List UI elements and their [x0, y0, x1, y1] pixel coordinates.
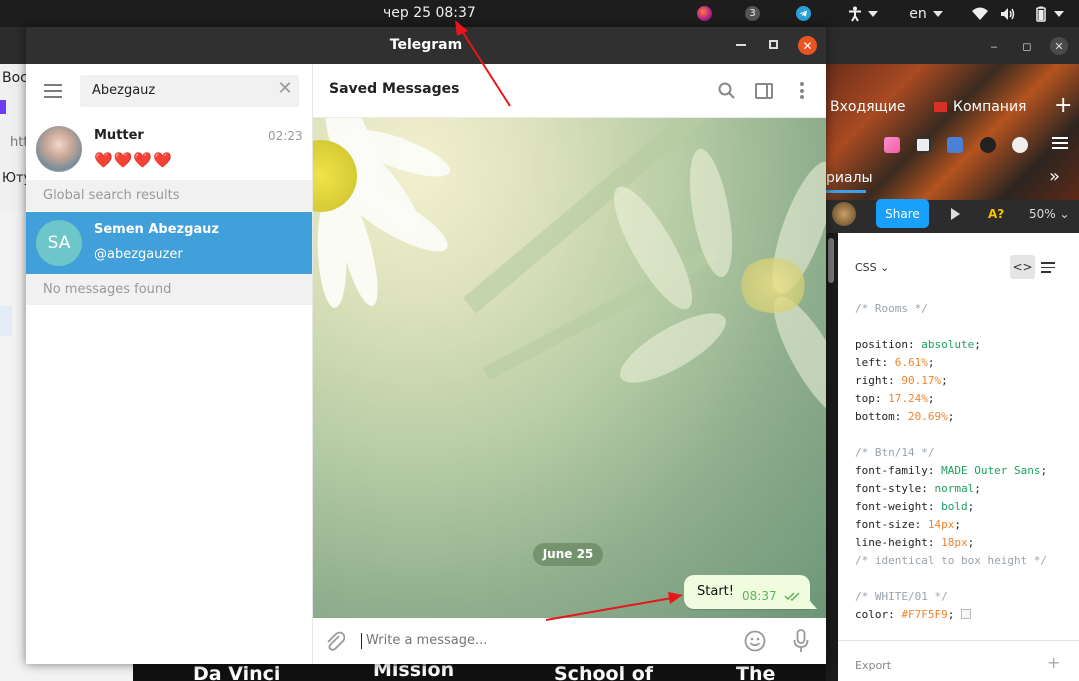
zoom-select[interactable]: 50% ⌄ — [1029, 207, 1070, 221]
video-title[interactable]: The — [736, 663, 775, 681]
background-video-strip: Da Vinci Mission School of The — [133, 663, 826, 681]
css-code-block: /* Rooms */ position: absolute; left: 6.… — [855, 302, 1048, 621]
telegram-titlebar: Telegram ✕ — [26, 27, 826, 64]
chat-time: 02:23 — [268, 129, 303, 143]
chat-list-panel: ✕ Mutter 02:23 ❤️❤️❤️❤️ Global search re… — [26, 64, 313, 664]
avatar — [36, 126, 82, 172]
minimize-icon[interactable]: ‒ — [985, 37, 1003, 55]
divider — [838, 640, 1079, 641]
emoji-icon[interactable] — [744, 630, 766, 652]
global-search-header: Global search results — [26, 180, 312, 211]
result-name: Semen Abezgauz — [94, 222, 219, 237]
double-check-icon — [784, 590, 804, 602]
extension-icon[interactable] — [980, 137, 996, 153]
date-separator: June 25 — [533, 543, 603, 566]
add-export-icon[interactable]: + — [1047, 653, 1060, 672]
more-bookmarks-icon[interactable]: » — [1049, 166, 1060, 187]
translate-icon[interactable] — [947, 137, 963, 153]
chat-wallpaper: June 25 Start! 08:37 — [313, 118, 826, 618]
close-icon[interactable]: ✕ — [1050, 37, 1068, 55]
chat-name: Mutter — [94, 128, 144, 143]
bubble-tail — [809, 600, 817, 609]
message-composer — [313, 618, 826, 664]
chevron-down-icon — [932, 10, 943, 17]
peer-name[interactable]: Saved Messages — [329, 81, 459, 97]
chat-header: Saved Messages — [313, 64, 826, 118]
extension-icon[interactable] — [1012, 137, 1028, 153]
menu-icon[interactable] — [1052, 137, 1068, 149]
new-tab-icon[interactable]: + — [1054, 93, 1072, 118]
tab-company[interactable]: Компания — [934, 99, 1026, 115]
accessibility-icon[interactable] — [846, 5, 880, 22]
result-username: @abezgauzer — [94, 247, 183, 262]
extension-icon[interactable] — [0, 100, 6, 114]
video-title[interactable]: School of — [554, 663, 653, 681]
gmail-icon — [934, 102, 947, 112]
color-swatch[interactable] — [960, 609, 971, 619]
export-section-title: Export — [855, 659, 892, 672]
active-indicator — [826, 190, 866, 193]
message-input[interactable] — [361, 633, 731, 649]
message-time: 08:37 — [742, 589, 777, 603]
chat-panel: Saved Messages June 25 Start! 08:37 Writ… — [313, 64, 826, 664]
bookmark-label[interactable]: риалы — [826, 170, 873, 186]
message-text: Start! — [697, 584, 734, 599]
no-messages-label: No messages found — [26, 274, 312, 305]
search-input[interactable] — [80, 75, 299, 107]
battery-icon[interactable] — [1028, 5, 1070, 22]
code-language-select[interactable]: CSS ⌄ — [855, 261, 889, 274]
sidebar-toggle-icon[interactable] — [755, 83, 773, 99]
chat-preview: ❤️❤️❤️❤️ — [94, 151, 173, 169]
extension-icon[interactable] — [884, 137, 900, 153]
close-icon[interactable]: ✕ — [798, 36, 817, 55]
language-indicator[interactable]: en — [908, 5, 944, 22]
bookmark-label[interactable]: Вос — [2, 70, 28, 86]
avatar: SA — [36, 220, 82, 266]
telegram-window: Telegram ✕ ✕ Mutter 02:23 ❤️❤️❤️❤️ Globa… — [26, 27, 826, 664]
telegram-tray-icon[interactable] — [796, 5, 811, 22]
clock[interactable]: чер 25 08:37 — [383, 5, 476, 21]
chat-item-mutter[interactable]: Mutter 02:23 ❤️❤️❤️❤️ — [26, 118, 312, 180]
more-options-icon[interactable] — [800, 82, 804, 99]
message-bubble[interactable]: Start! 08:37 — [684, 575, 810, 609]
scrollbar[interactable] — [828, 238, 834, 283]
volume-icon[interactable] — [1000, 5, 1016, 22]
code-view-button[interactable]: <> — [1010, 255, 1035, 279]
maximize-icon[interactable] — [769, 40, 778, 49]
clear-search-icon[interactable]: ✕ — [276, 80, 294, 98]
search-result-semen[interactable]: SA Semen Abezgauz @abezgauzer — [26, 212, 312, 274]
chevron-down-icon — [1054, 10, 1064, 17]
chevron-down-icon — [868, 10, 878, 17]
wifi-icon[interactable] — [972, 5, 988, 22]
avatar[interactable] — [832, 202, 856, 226]
search-icon[interactable] — [718, 82, 735, 99]
minimize-icon[interactable] — [736, 44, 746, 46]
font-check-button[interactable]: A? — [988, 207, 1004, 221]
flower-center — [738, 258, 808, 313]
play-icon[interactable] — [951, 208, 960, 220]
paperclip-icon[interactable] — [325, 630, 346, 652]
notification-app-icon[interactable] — [697, 5, 712, 22]
tab-inbox[interactable]: Входящие — [830, 99, 905, 115]
window-title: Telegram — [389, 37, 463, 53]
share-button[interactable]: Share — [876, 199, 929, 228]
video-title[interactable]: Mission — [373, 663, 454, 681]
notification-count-badge[interactable]: 3 — [745, 5, 760, 22]
hamburger-menu-icon[interactable] — [44, 84, 62, 98]
list-view-icon[interactable] — [1041, 262, 1055, 274]
system-top-bar: чер 25 08:37 3 en — [0, 0, 1079, 27]
microphone-icon[interactable] — [793, 629, 809, 653]
maximize-icon[interactable]: ◻ — [1018, 37, 1036, 55]
extension-icon[interactable] — [915, 137, 931, 153]
background-selected-row — [0, 306, 12, 336]
video-title[interactable]: Da Vinci — [193, 663, 280, 681]
figma-canvas-edge — [826, 233, 838, 681]
